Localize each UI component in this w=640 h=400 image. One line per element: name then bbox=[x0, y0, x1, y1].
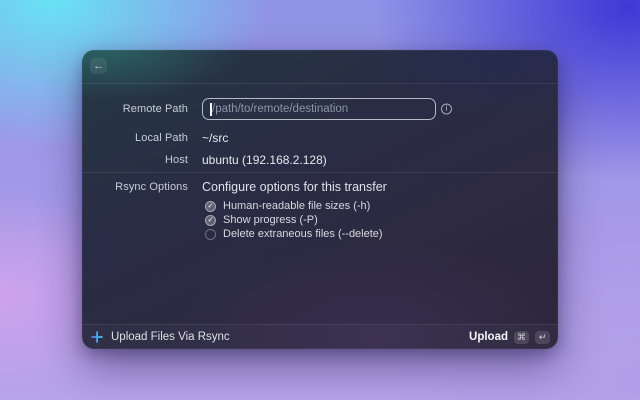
enter-key-badge: ↵ bbox=[535, 330, 550, 344]
rsync-options-row: Rsync Options Configure options for this… bbox=[82, 179, 558, 195]
checkbox-label: Delete extraneous files (--delete) bbox=[223, 228, 383, 240]
checkbox-delete-extraneous[interactable]: ✓ bbox=[205, 228, 216, 240]
check-icon: ✓ bbox=[207, 215, 214, 225]
remote-path-input[interactable]: /path/to/remote/destination bbox=[202, 98, 436, 120]
dialog-footer: Upload Files Via Rsync Upload ⌘ ↵ bbox=[82, 324, 558, 349]
back-arrow-icon: ← bbox=[93, 59, 104, 72]
checkbox-label: Human-readable file sizes (-h) bbox=[223, 200, 371, 212]
local-path-row: Local Path ~/src bbox=[82, 131, 558, 145]
header-divider bbox=[82, 83, 558, 84]
footer-title: Upload Files Via Rsync bbox=[111, 331, 230, 343]
local-path-label: Local Path bbox=[135, 132, 188, 144]
option-human-readable[interactable]: ✓ Human-readable file sizes (-h) i bbox=[205, 200, 370, 212]
back-button[interactable]: ← bbox=[90, 58, 107, 74]
dialog-header: ← bbox=[82, 50, 558, 83]
host-label: Host bbox=[164, 154, 188, 166]
rsync-extension-icon bbox=[90, 330, 104, 344]
cmd-key-badge: ⌘ bbox=[514, 330, 529, 344]
host-row: Host ubuntu (192.168.2.128) bbox=[82, 153, 558, 167]
remote-path-label: Remote Path bbox=[122, 103, 188, 115]
rsync-options-description: Configure options for this transfer bbox=[202, 180, 387, 194]
check-icon: ✓ bbox=[207, 201, 214, 211]
remote-path-row: Remote Path /path/to/remote/destination … bbox=[82, 98, 558, 120]
upload-action-button[interactable]: Upload bbox=[469, 331, 508, 343]
remote-path-placeholder: /path/to/remote/destination bbox=[212, 103, 349, 115]
option-show-progress[interactable]: ✓ Show progress (-P) i bbox=[205, 214, 318, 226]
rsync-options-label: Rsync Options bbox=[115, 181, 188, 193]
info-icon[interactable]: i bbox=[441, 103, 452, 115]
checkbox-show-progress[interactable]: ✓ bbox=[205, 214, 216, 226]
checkbox-label: Show progress (-P) bbox=[223, 214, 318, 226]
host-value: ubuntu (192.168.2.128) bbox=[202, 153, 327, 167]
option-delete-extraneous[interactable]: ✓ Delete extraneous files (--delete) i bbox=[205, 228, 383, 240]
section-divider bbox=[82, 172, 558, 173]
upload-rsync-dialog: ← Remote Path /path/to/remote/destinatio… bbox=[82, 50, 558, 349]
local-path-value: ~/src bbox=[202, 131, 229, 145]
checkbox-human-readable[interactable]: ✓ bbox=[205, 200, 216, 212]
